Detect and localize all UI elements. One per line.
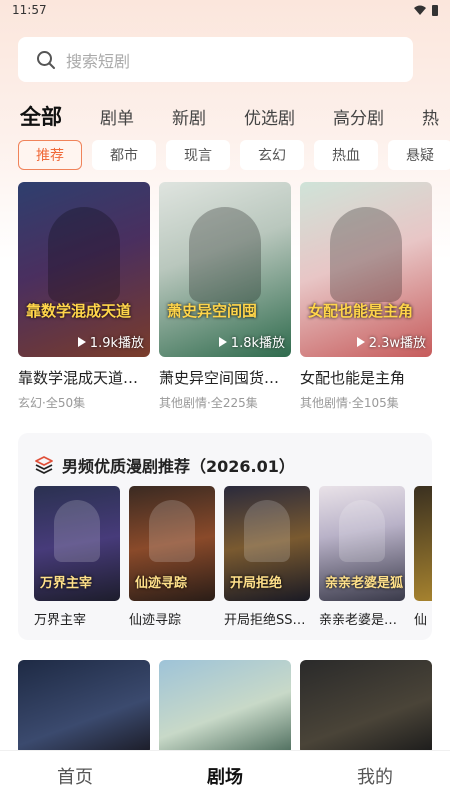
filter-recommend[interactable]: 推荐 <box>18 140 82 170</box>
play-count: 1.8k播放 <box>218 332 285 351</box>
bottom-nav: 首页 剧场 我的 <box>0 750 450 800</box>
tab-hot[interactable]: 热 <box>422 104 439 129</box>
drama-card[interactable]: 萧史异空间囤 1.8k播放 萧史异空间囤货… 其他剧情·全225集 <box>159 182 291 411</box>
play-count-text: 2.3w播放 <box>368 336 426 351</box>
recommend-cover[interactable]: 开局拒绝 <box>224 486 310 601</box>
recommend-item[interactable]: 万界主宰 万界主宰 <box>34 486 120 628</box>
recommend-cover[interactable]: 仙迹寻踪 <box>129 486 215 601</box>
recommend-name[interactable]: 万界主宰 <box>34 609 120 628</box>
layers-icon <box>35 456 53 474</box>
drama-meta: 其他剧情·全225集 <box>159 396 258 410</box>
cover-art <box>244 500 290 562</box>
drama-card[interactable]: 女配也能是主角 2.3w播放 女配也能是主角 其他剧情·全105集 <box>300 182 432 411</box>
cover-title-art: 万界主宰 <box>40 576 93 591</box>
drama-title[interactable]: 萧史异空间囤货… <box>159 367 291 388</box>
cover-art <box>189 207 261 302</box>
tab-high-score[interactable]: 高分剧 <box>333 104 384 129</box>
cover-title-art: 萧史异空间囤 <box>167 302 258 320</box>
nav-home[interactable]: 首页 <box>57 763 93 789</box>
recommend-name[interactable]: 亲亲老婆是… <box>319 609 405 628</box>
play-icon <box>356 336 365 347</box>
cover-art <box>339 500 385 562</box>
cover-title-art: 亲亲老婆是狐 <box>325 576 404 591</box>
status-bar: 11:57 <box>0 0 450 20</box>
play-count: 2.3w播放 <box>356 332 426 351</box>
play-count: 1.9k播放 <box>77 332 144 351</box>
genre-filter: 推荐 都市 现言 玄幻 热血 悬疑 <box>18 140 450 170</box>
recommend-list: 万界主宰 万界主宰 仙迹寻踪 仙迹寻踪 开局拒绝 开局拒绝SS… 亲亲老婆是狐 … <box>34 486 432 628</box>
recommend-item[interactable]: 开局拒绝 开局拒绝SS… <box>224 486 310 628</box>
recommend-item[interactable]: 亲亲老婆是狐 亲亲老婆是… <box>319 486 405 628</box>
filter-suspense[interactable]: 悬疑 <box>388 140 450 170</box>
recommend-title: 男频优质漫剧推荐（2026.01） <box>62 457 295 476</box>
cover-art <box>330 207 402 302</box>
cover-art <box>149 500 195 562</box>
filter-urban[interactable]: 都市 <box>92 140 156 170</box>
tab-selected[interactable]: 优选剧 <box>244 104 295 129</box>
recommend-section: 男频优质漫剧推荐（2026.01） 万界主宰 万界主宰 仙迹寻踪 仙迹寻踪 开局… <box>18 433 432 640</box>
tab-all[interactable]: 全部 <box>20 101 62 131</box>
tab-new[interactable]: 新剧 <box>172 104 206 129</box>
recommend-name[interactable]: 仙迹寻踪 <box>129 609 215 628</box>
status-icons <box>414 4 438 16</box>
more-dramas <box>18 660 432 755</box>
recommend-name[interactable]: 开局拒绝SS… <box>224 609 310 628</box>
drama-grid: 靠数学混成天道 1.9k播放 靠数学混成天道… 玄幻·全50集 萧史异空间囤 1… <box>18 182 432 411</box>
recommend-name[interactable]: 仙 <box>414 609 432 628</box>
play-count-text: 1.9k播放 <box>89 336 144 351</box>
drama-card[interactable]: 靠数学混成天道 1.9k播放 靠数学混成天道… 玄幻·全50集 <box>18 182 150 411</box>
drama-cover[interactable]: 靠数学混成天道 1.9k播放 <box>18 182 150 357</box>
drama-title[interactable]: 女配也能是主角 <box>300 367 432 388</box>
cover-title-art: 仙迹寻踪 <box>135 576 188 591</box>
nav-theater[interactable]: 剧场 <box>207 763 243 789</box>
recommend-item[interactable]: 仙迹寻踪 仙迹寻踪 <box>129 486 215 628</box>
drama-meta: 其他剧情·全105集 <box>300 396 399 410</box>
drama-cover[interactable] <box>18 660 150 755</box>
drama-cover[interactable] <box>159 660 291 755</box>
nav-me[interactable]: 我的 <box>357 763 393 789</box>
play-icon <box>218 336 227 347</box>
filter-hot-blood[interactable]: 热血 <box>314 140 378 170</box>
drama-cover[interactable]: 女配也能是主角 2.3w播放 <box>300 182 432 357</box>
filter-fantasy[interactable]: 玄幻 <box>240 140 304 170</box>
tab-playlist[interactable]: 剧单 <box>100 104 134 129</box>
cover-art <box>48 207 120 302</box>
cover-art <box>54 500 100 562</box>
cover-title-art: 靠数学混成天道 <box>26 302 132 320</box>
recommend-cover[interactable]: 亲亲老婆是狐 <box>319 486 405 601</box>
cover-title-art: 女配也能是主角 <box>308 302 414 320</box>
play-icon <box>77 336 86 347</box>
search-placeholder: 搜索短剧 <box>66 51 131 71</box>
drama-cover[interactable]: 萧史异空间囤 1.8k播放 <box>159 182 291 357</box>
drama-meta: 玄幻·全50集 <box>18 396 86 410</box>
drama-cover[interactable] <box>300 660 432 755</box>
filter-modern-romance[interactable]: 现言 <box>166 140 230 170</box>
recommend-cover[interactable]: 万界主宰 <box>34 486 120 601</box>
recommend-item[interactable]: 仙 <box>414 486 432 628</box>
search-icon <box>37 50 55 69</box>
status-time: 11:57 <box>12 3 47 17</box>
battery-icon <box>432 4 438 16</box>
recommend-header[interactable]: 男频优质漫剧推荐（2026.01） <box>34 453 295 477</box>
wifi-icon <box>414 5 426 15</box>
drama-title[interactable]: 靠数学混成天道… <box>18 367 150 388</box>
cover-title-art: 开局拒绝 <box>230 576 283 591</box>
search-bar[interactable]: 搜索短剧 <box>18 37 413 82</box>
main-tabs: 全部 剧单 新剧 优选剧 高分剧 热 <box>20 100 450 132</box>
play-count-text: 1.8k播放 <box>230 336 285 351</box>
recommend-cover[interactable] <box>414 486 432 601</box>
